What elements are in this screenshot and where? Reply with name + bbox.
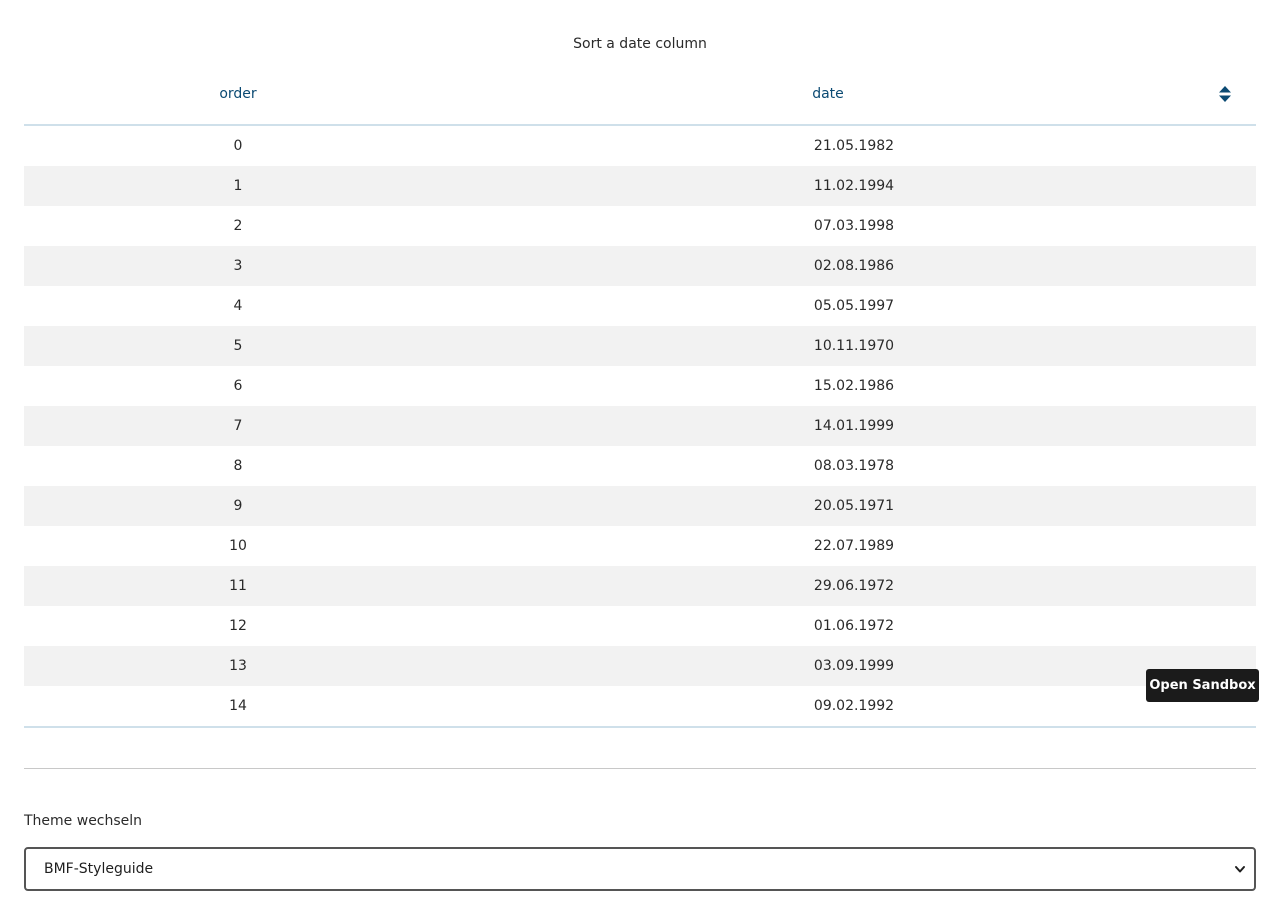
- table-caption: Sort a date column: [573, 36, 707, 52]
- date-table: order date 0 21.05.1982 1 11.02.1994 2 0…: [24, 74, 1256, 728]
- table-row: 11 29.06.1972: [24, 566, 1256, 606]
- cell-order: 14: [229, 698, 247, 714]
- cell-date: 15.02.1986: [813, 378, 895, 394]
- cell-order: 9: [233, 498, 243, 514]
- divider: [24, 768, 1256, 769]
- theme-label: Theme wechseln: [24, 813, 143, 829]
- cell-order: 10: [229, 538, 247, 554]
- cell-order: 0: [233, 138, 243, 154]
- table-row: 1 11.02.1994: [24, 166, 1256, 206]
- table-row: 7 14.01.1999: [24, 406, 1256, 446]
- cell-date: 08.03.1978: [813, 458, 895, 474]
- table-row: 5 10.11.1970: [24, 326, 1256, 366]
- theme-select[interactable]: BMF-Styleguide: [24, 847, 1256, 891]
- table-row: 12 01.06.1972: [24, 606, 1256, 646]
- table-row: 9 20.05.1971: [24, 486, 1256, 526]
- table-row: 8 08.03.1978: [24, 446, 1256, 486]
- table-row: 3 02.08.1986: [24, 246, 1256, 286]
- cell-date: 07.03.1998: [813, 218, 895, 234]
- chevron-down-icon: [1235, 866, 1245, 873]
- cell-date: 05.05.1997: [813, 298, 895, 314]
- table-row: 4 05.05.1997: [24, 286, 1256, 326]
- cell-date: 10.11.1970: [813, 338, 895, 354]
- table-row: 14 09.02.1992: [24, 686, 1256, 726]
- cell-date: 11.02.1994: [813, 178, 895, 194]
- cell-order: 8: [233, 458, 243, 474]
- table-body: 0 21.05.1982 1 11.02.1994 2 07.03.1998 3…: [24, 126, 1256, 728]
- cell-date: 02.08.1986: [813, 258, 895, 274]
- cell-order: 3: [233, 258, 243, 274]
- theme-select-value: BMF-Styleguide: [44, 861, 154, 877]
- cell-date: 21.05.1982: [813, 138, 895, 154]
- table-row: 13 03.09.1999: [24, 646, 1256, 686]
- table-row: 10 22.07.1989: [24, 526, 1256, 566]
- column-header-order[interactable]: order: [24, 74, 452, 124]
- table-row: 6 15.02.1986: [24, 366, 1256, 406]
- open-sandbox-button[interactable]: Open Sandbox: [1146, 669, 1259, 702]
- cell-order: 12: [229, 618, 247, 634]
- cell-date: 03.09.1999: [813, 658, 895, 674]
- table-row: 2 07.03.1998: [24, 206, 1256, 246]
- table-header: order date: [24, 74, 1256, 126]
- cell-order: 7: [233, 418, 243, 434]
- cell-date: 29.06.1972: [813, 578, 895, 594]
- cell-date: 01.06.1972: [813, 618, 895, 634]
- column-header-date[interactable]: date: [452, 74, 1204, 124]
- sort-up-down-icon[interactable]: [1218, 84, 1232, 104]
- cell-order: 5: [233, 338, 243, 354]
- cell-date: 14.01.1999: [813, 418, 895, 434]
- cell-order: 4: [233, 298, 243, 314]
- cell-date: 09.02.1992: [813, 698, 895, 714]
- cell-date: 20.05.1971: [813, 498, 895, 514]
- cell-order: 1: [233, 178, 243, 194]
- page: Sort a date column order date 0 21.05.19…: [0, 0, 1280, 915]
- table-row: 0 21.05.1982: [24, 126, 1256, 166]
- cell-order: 2: [233, 218, 243, 234]
- cell-date: 22.07.1989: [813, 538, 895, 554]
- cell-order: 6: [233, 378, 243, 394]
- cell-order: 11: [229, 578, 247, 594]
- cell-order: 13: [229, 658, 247, 674]
